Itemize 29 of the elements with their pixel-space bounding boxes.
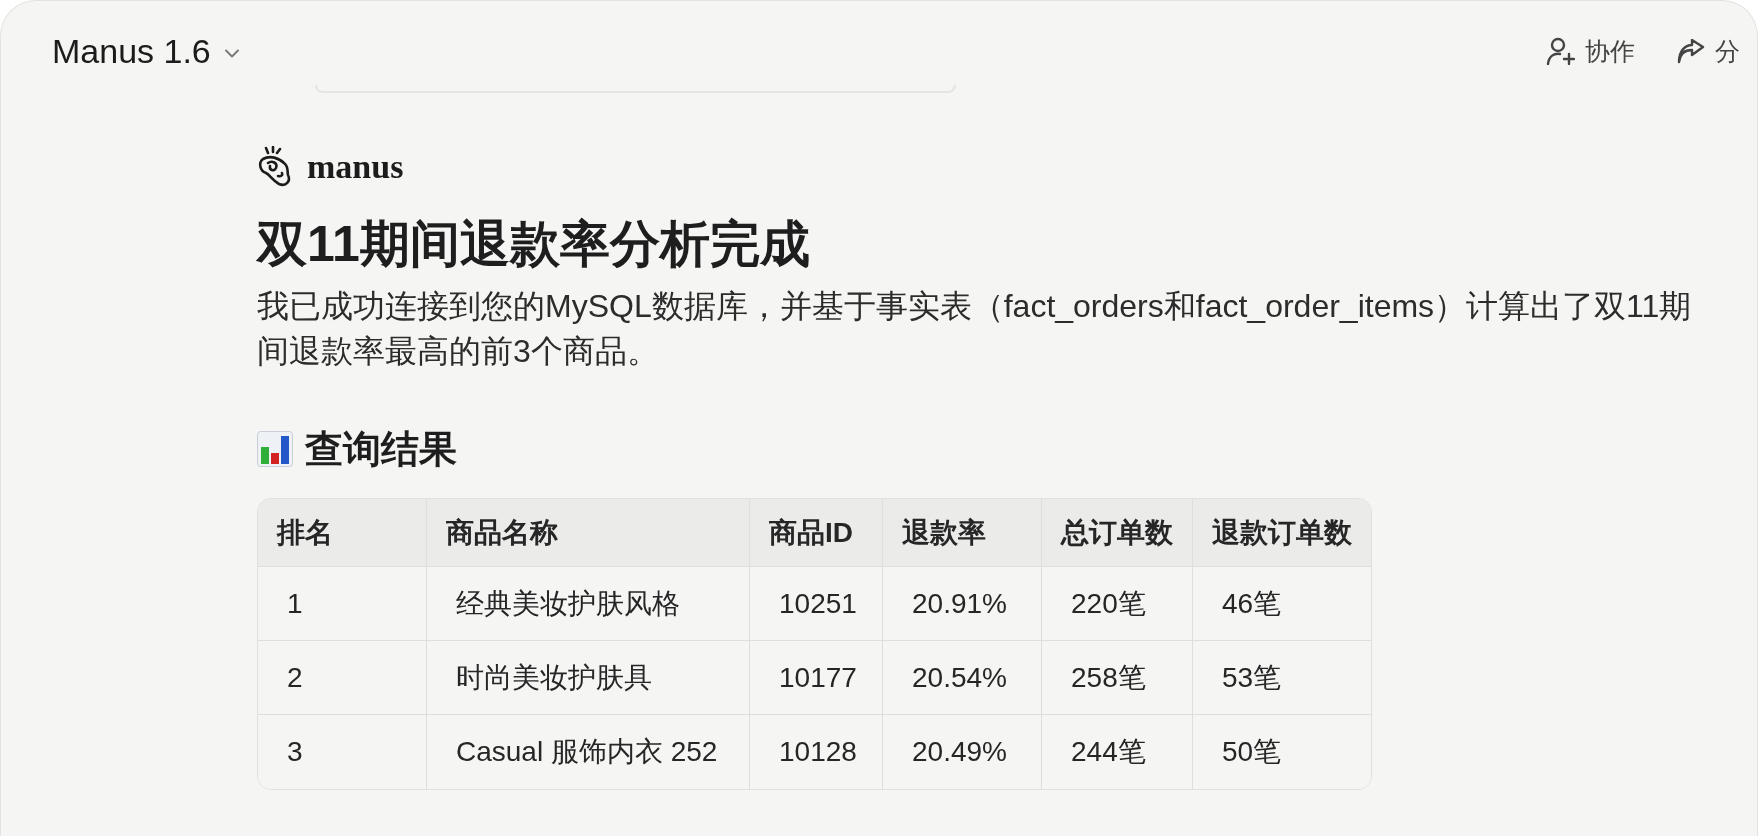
message-title: 双11期间退款率分析完成: [257, 215, 811, 274]
column-header: 退款订单数: [1193, 499, 1371, 567]
collaborate-button[interactable]: 协作: [1546, 34, 1635, 68]
column-header: 总订单数: [1042, 499, 1193, 567]
table-cell: 1: [258, 567, 427, 641]
bar-chart-icon: [257, 431, 293, 467]
logo-icon: [257, 146, 293, 188]
table-cell: 3: [258, 715, 427, 789]
chevron-down-icon: [224, 48, 239, 58]
table-cell: 经典美妆护肤风格: [427, 567, 750, 641]
table-cell: 时尚美妆护肤具: [427, 641, 750, 715]
table-cell: 220笔: [1042, 567, 1193, 641]
table-cell: 258笔: [1042, 641, 1193, 715]
share-icon: [1677, 38, 1705, 64]
table-cell: 10251: [750, 567, 883, 641]
column-header: 商品名称: [427, 499, 750, 567]
table-cell: 20.91%: [883, 567, 1042, 641]
table-cell: 2: [258, 641, 427, 715]
column-header: 商品ID: [750, 499, 883, 567]
column-header: 退款率: [883, 499, 1042, 567]
table-cell: 10177: [750, 641, 883, 715]
model-selector[interactable]: Manus 1.6: [52, 31, 239, 71]
section-heading: 查询结果: [305, 427, 457, 472]
message-paragraph: 我已成功连接到您的MySQL数据库，并基于事实表（fact_orders和fact_order_items）计算出了双11期间退款率最高的前3个商品。: [257, 287, 1693, 371]
brand-wordmark: manus: [307, 147, 404, 187]
table-cell: 20.54%: [883, 641, 1042, 715]
column-header: 排名: [258, 499, 427, 567]
share-button[interactable]: 分: [1677, 34, 1740, 68]
user-plus-icon: [1546, 37, 1575, 65]
